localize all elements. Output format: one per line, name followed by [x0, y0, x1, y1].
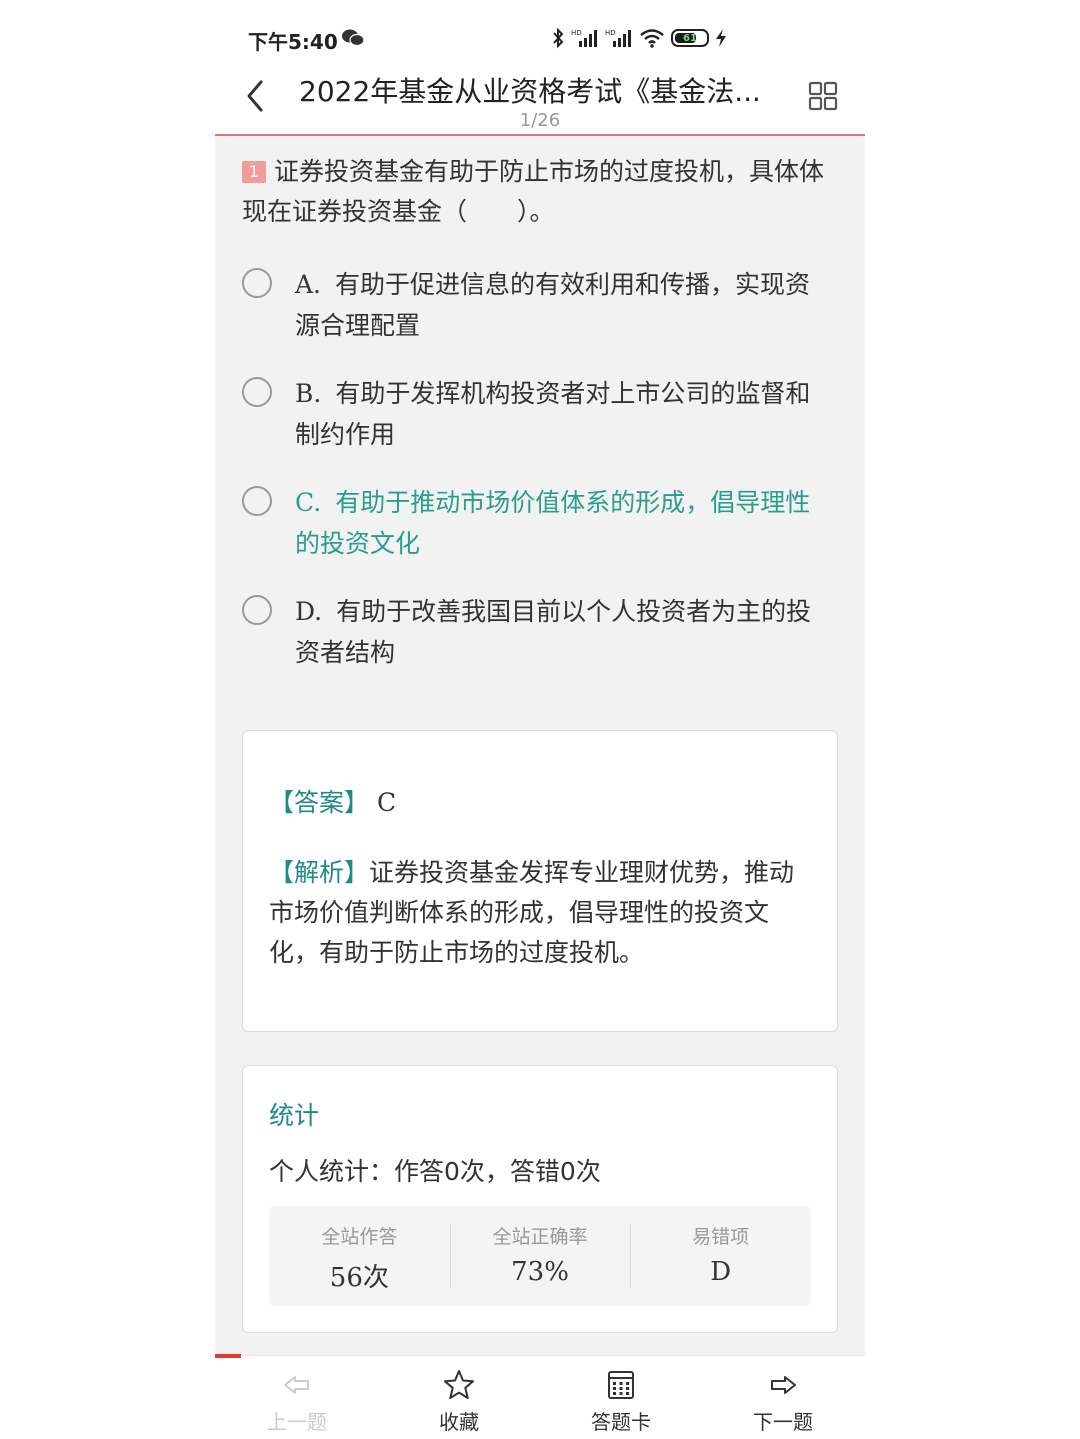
radio-icon[interactable] [242, 268, 272, 298]
option-label: 有助于发挥机构投资者对上市公司的监督和制约作用 [295, 379, 811, 449]
progress-indicator [215, 1354, 241, 1358]
bottom-nav: 上一题 收藏 答题卡 下一题 [215, 1354, 865, 1439]
wifi-icon [640, 29, 664, 48]
status-icons: HD HD 61 [551, 26, 727, 50]
radio-icon[interactable] [242, 377, 272, 407]
star-icon [444, 1370, 474, 1399]
signal-icon-1: HD [571, 29, 597, 47]
header: 2022年基金从业资格考试《基金法... 1/26 [215, 60, 865, 136]
charging-icon [716, 29, 726, 47]
option-letter: A. [295, 270, 322, 299]
grid-menu-icon[interactable] [808, 81, 838, 111]
option-label: 有助于改善我国目前以个人投资者为主的投资者结构 [295, 597, 812, 667]
stats-card: 统计 个人统计：作答0次，答错0次 全站作答 56次 全站正确率 73% 易错项… [242, 1065, 838, 1333]
option-letter: C. [295, 488, 322, 517]
stat-label: 全站正确率 [492, 1226, 588, 1248]
page-title: 2022年基金从业资格考试《基金法... [299, 75, 761, 108]
prev-label: 上一题 [267, 1410, 327, 1434]
svg-text:HD: HD [605, 29, 616, 37]
stat-value: D [710, 1257, 732, 1287]
question-stem: 1 证券投资基金有助于防止市场的过度投机，具体体现在证券投资基金（ ）。 [242, 152, 842, 232]
bluetooth-icon [553, 27, 564, 49]
stat-common-wrong: 易错项 D [630, 1206, 811, 1306]
stat-label: 全站作答 [321, 1226, 398, 1248]
answer-sheet-button[interactable]: 答题卡 [561, 1368, 681, 1435]
arrow-right-icon [771, 1376, 796, 1394]
stat-accuracy: 全站正确率 73% [449, 1206, 631, 1306]
signal-icon-2: HD [605, 29, 631, 47]
answer-value: C [377, 788, 397, 817]
analysis: 【解析】证券投资基金发挥专业理财优势，推动市场价值判断体系的形成，倡导理性的投资… [269, 853, 809, 973]
calendar-grid-icon [608, 1371, 634, 1399]
next-label: 下一题 [753, 1410, 813, 1434]
analysis-tag: 【解析】 [269, 858, 370, 887]
battery-icon: 61 [671, 29, 709, 47]
favorite-button[interactable]: 收藏 [399, 1368, 519, 1435]
wechat-icon [342, 29, 365, 47]
radio-icon[interactable] [242, 486, 272, 516]
status-time: 下午5:40 [248, 30, 338, 54]
option-letter: B. [295, 379, 322, 408]
answer-sheet-label: 答题卡 [591, 1410, 651, 1434]
answer-card: 【答案】 C 【解析】证券投资基金发挥专业理财优势，推动市场价值判断体系的形成，倡… [242, 730, 838, 1032]
option-label: 有助于推动市场价值体系的形成，倡导理性的投资文化 [295, 488, 811, 558]
page-counter: 1/26 [519, 110, 561, 131]
personal-stats: 个人统计：作答0次，答错0次 [269, 1157, 601, 1186]
stat-value: 73% [511, 1257, 569, 1287]
question-number-badge: 1 [242, 161, 266, 183]
stat-total-answers: 全站作答 56次 [269, 1206, 450, 1306]
stat-label: 易错项 [692, 1226, 750, 1248]
phone-screen: 下午5:40 HD HD 61 2022年基金从业资格考试《基金法... 1/2… [215, 0, 865, 1439]
arrow-left-icon [284, 1376, 309, 1394]
stats-title: 统计 [269, 1101, 320, 1130]
option-label: 有助于促进信息的有效利用和传播，实现资源合理配置 [295, 270, 811, 340]
battery-level: 61 [683, 32, 697, 44]
site-stats: 全站作答 56次 全站正确率 73% 易错项 D [269, 1206, 811, 1306]
answer-tag: 【答案】 [269, 788, 370, 817]
question-text: 证券投资基金有助于防止市场的过度投机，具体体现在证券投资基金（ ）。 [242, 157, 825, 226]
next-question-button[interactable]: 下一题 [723, 1368, 843, 1435]
stat-value: 56次 [329, 1263, 389, 1293]
answer-line: 【答案】 C [269, 783, 396, 819]
option-letter: D. [295, 597, 323, 626]
svg-text:HD: HD [571, 29, 582, 37]
radio-icon[interactable] [242, 595, 272, 625]
favorite-label: 收藏 [439, 1410, 479, 1434]
prev-question-button[interactable]: 上一题 [237, 1368, 357, 1435]
